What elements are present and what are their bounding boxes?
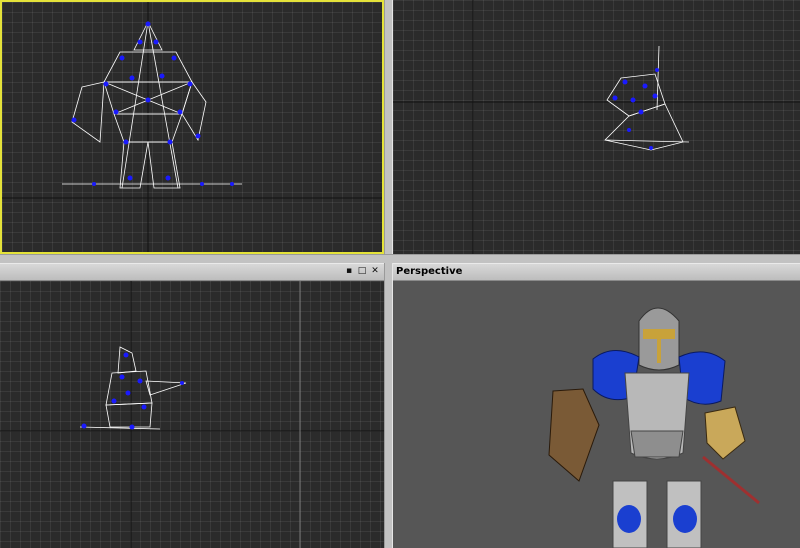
- close-icon[interactable]: ✕: [370, 266, 380, 277]
- restore-icon[interactable]: □: [357, 266, 367, 277]
- side-vertex-points: [81, 352, 184, 430]
- front-wireframe-model[interactable]: [62, 21, 242, 189]
- side-viewport[interactable]: [0, 281, 384, 548]
- front-viewport[interactable]: [0, 0, 384, 254]
- knight-model-render[interactable]: [548, 307, 760, 548]
- side-viewport-titlebar: ▪ □ ✕: [0, 263, 384, 281]
- horizontal-splitter[interactable]: [0, 254, 800, 263]
- side-wireframe-model[interactable]: [79, 346, 187, 430]
- pin-icon[interactable]: ▪: [344, 266, 354, 277]
- vertical-splitter[interactable]: [384, 0, 393, 548]
- perspective-viewport[interactable]: [393, 281, 800, 548]
- perspective-title: Perspective: [396, 266, 463, 277]
- side-wireframe-canvas: [0, 281, 384, 548]
- perspective-titlebar: Perspective: [393, 263, 800, 281]
- top-viewport[interactable]: [393, 0, 800, 254]
- top-wireframe-model[interactable]: [604, 45, 690, 151]
- top-wireframe-canvas: [393, 0, 800, 254]
- perspective-render: [548, 307, 760, 548]
- front-wireframe-canvas: [2, 2, 382, 252]
